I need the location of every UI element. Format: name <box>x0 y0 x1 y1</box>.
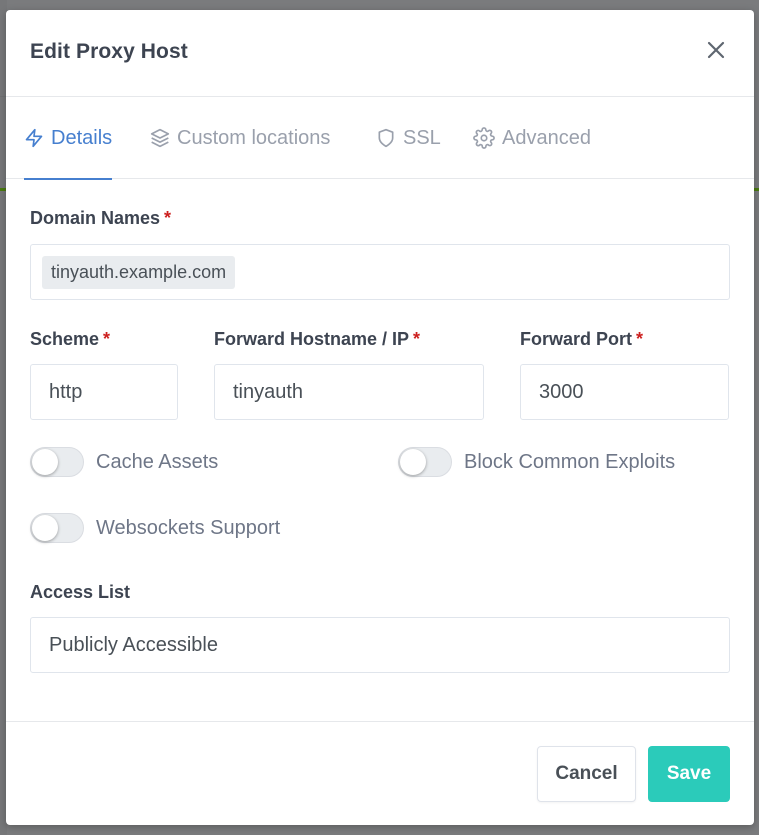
tab-details-label: Details <box>51 126 113 149</box>
forward-port-value: 3000 <box>539 380 584 403</box>
backdrop-accent <box>754 188 759 191</box>
block-exploits-toggle[interactable] <box>398 447 452 477</box>
block-exploits-label: Block Common Exploits <box>464 450 676 473</box>
close-button[interactable] <box>704 38 728 62</box>
cache-assets-toggle-row[interactable]: Cache Assets <box>30 447 218 477</box>
tab-details[interactable]: Details <box>24 97 113 180</box>
toggle-knob <box>400 449 426 475</box>
access-list-select[interactable]: Publicly Accessible <box>30 617 730 673</box>
websockets-toggle-row[interactable]: Websockets Support <box>30 513 280 543</box>
save-button[interactable]: Save <box>648 746 730 802</box>
lightning-icon <box>25 128 43 148</box>
scheme-input[interactable]: http <box>30 364 178 420</box>
domain-names-label: Domain Names * <box>30 208 171 229</box>
modal-header: Edit Proxy Host <box>6 10 754 97</box>
tab-advanced-label: Advanced <box>502 126 591 149</box>
access-list-value: Publicly Accessible <box>49 633 218 656</box>
websockets-toggle[interactable] <box>30 513 84 543</box>
tab-ssl-label: SSL <box>403 126 441 149</box>
forward-port-label-text: Forward Port <box>520 329 633 349</box>
toggle-knob <box>32 515 58 541</box>
layers-icon <box>150 128 170 148</box>
modal-title: Edit Proxy Host <box>30 40 188 63</box>
forward-hostname-input[interactable]: tinyauth <box>214 364 484 420</box>
required-mark: * <box>164 208 172 228</box>
tab-ssl[interactable]: SSL <box>376 97 441 179</box>
edit-proxy-host-modal: Edit Proxy Host Details Custom locations <box>6 10 754 825</box>
forward-hostname-value: tinyauth <box>233 380 304 403</box>
required-mark: * <box>103 329 111 349</box>
scheme-label: Scheme * <box>30 329 110 350</box>
toggle-knob <box>32 449 58 475</box>
scheme-label-text: Scheme <box>30 329 100 349</box>
forward-port-input[interactable]: 3000 <box>520 364 729 420</box>
cache-assets-toggle[interactable] <box>30 447 84 477</box>
tab-advanced[interactable]: Advanced <box>473 97 591 179</box>
close-icon <box>707 41 725 59</box>
domain-chip[interactable]: tinyauth.example.com <box>42 255 236 289</box>
domain-names-label-text: Domain Names <box>30 208 161 228</box>
websockets-label: Websockets Support <box>96 516 281 539</box>
gear-icon <box>473 127 495 149</box>
tab-custom-locations-label: Custom locations <box>177 126 331 149</box>
shield-icon <box>378 128 394 148</box>
cache-assets-label: Cache Assets <box>96 450 219 473</box>
required-mark: * <box>636 329 644 349</box>
block-exploits-toggle-row[interactable]: Block Common Exploits <box>398 447 675 477</box>
domain-names-input[interactable]: tinyauth.example.com <box>30 244 730 300</box>
forward-port-label: Forward Port * <box>520 329 643 350</box>
forward-hostname-label: Forward Hostname / IP * <box>214 329 420 350</box>
scheme-value: http <box>49 380 83 403</box>
cancel-button[interactable]: Cancel <box>537 746 636 802</box>
forward-hostname-label-text: Forward Hostname / IP <box>214 329 410 349</box>
access-list-label: Access List <box>30 582 131 602</box>
tab-bar: Details Custom locations SSL Advanced <box>6 97 754 180</box>
required-mark: * <box>413 329 421 349</box>
modal-footer: Cancel Save <box>6 721 754 825</box>
tab-custom-locations[interactable]: Custom locations <box>150 97 330 179</box>
